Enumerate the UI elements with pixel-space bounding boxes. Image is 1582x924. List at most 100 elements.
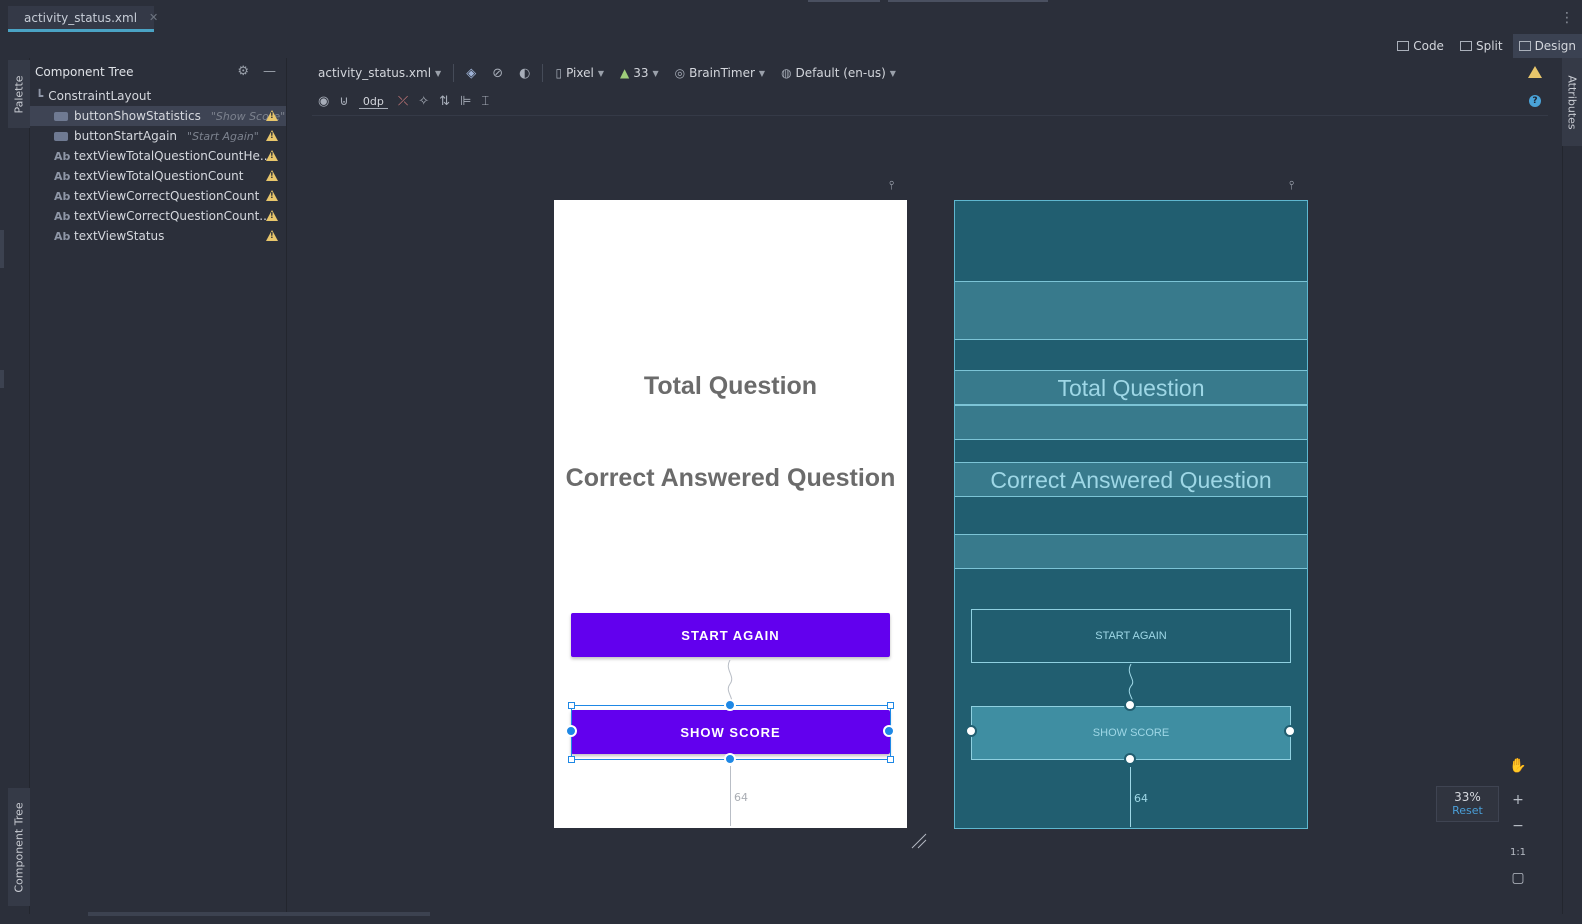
resize-handle[interactable] — [887, 756, 894, 763]
blueprint-view-bounds — [955, 534, 1307, 569]
pin-icon[interactable]: ⫯ — [889, 178, 894, 193]
default-margin-field[interactable]: 0dp — [358, 95, 388, 109]
blueprint-bottom-handle[interactable] — [1124, 753, 1136, 765]
start-again-button[interactable]: START AGAIN — [571, 613, 890, 657]
close-icon[interactable]: ✕ — [149, 11, 158, 24]
design-canvas[interactable] — [287, 116, 1548, 914]
textview-widget-icon: Ab — [54, 169, 71, 183]
pin-icon[interactable]: ⫯ — [1289, 178, 1294, 193]
pan-hand-icon[interactable]: ✋ — [1506, 754, 1530, 778]
split-view-label: Split — [1475, 39, 1503, 53]
infer-constraints-icon[interactable]: ✧ — [418, 94, 429, 109]
tab-filename: activity_status.xml — [24, 10, 138, 25]
canvas-resize-icon[interactable] — [910, 832, 928, 850]
tree-item[interactable]: Ab textViewCorrectQuestionCount... — [30, 206, 286, 226]
component-tree-tool-tab[interactable]: Component Tree — [8, 788, 30, 906]
eye-icon[interactable]: ◉ — [318, 94, 329, 109]
tree-item-constraint-layout[interactable]: ┗ ConstraintLayout — [30, 86, 286, 106]
rotate-icon: ⊘ — [492, 65, 504, 81]
pack-icon[interactable]: ⇅ — [439, 94, 450, 109]
more-options-icon[interactable]: ⋮ — [1560, 10, 1574, 26]
locale-dropdown[interactable]: ◍ Default (en-us) ▼ — [775, 66, 902, 80]
attributes-tab-label: Attributes — [1565, 74, 1579, 130]
blueprint-top-handle[interactable] — [1124, 699, 1136, 711]
button-widget-icon — [54, 111, 68, 121]
tree-item[interactable]: Ab textViewStatus — [30, 226, 286, 246]
tree-item[interactable]: buttonShowStatistics "Show Score" — [30, 106, 286, 126]
selection-outline — [571, 705, 891, 760]
blueprint-end-handle[interactable] — [1284, 725, 1296, 737]
warning-icon[interactable] — [266, 210, 278, 221]
tree-item-label: textViewCorrectQuestionCount — [74, 189, 260, 203]
warning-icon[interactable] — [266, 170, 278, 181]
blueprint-view-bounds — [955, 281, 1307, 340]
blueprint-preview-screen[interactable]: Total Question Correct Answered Question… — [954, 200, 1308, 829]
night-mode-button[interactable]: ◐ — [513, 66, 536, 81]
tree-item-label: textViewTotalQuestionCountHe... — [74, 149, 272, 163]
guidelines-icon[interactable]: ⌶ — [481, 94, 489, 109]
total-question-text[interactable]: Total Question — [554, 372, 907, 401]
component-tree-title: Component Tree — [35, 65, 134, 79]
palette-tool-tab[interactable]: Palette — [8, 60, 30, 128]
device-dropdown[interactable]: ▯ Pixel ▼ — [549, 66, 610, 80]
warning-icon[interactable] — [266, 130, 278, 141]
warning-icon[interactable] — [1528, 66, 1542, 78]
zoom-out-button[interactable]: − — [1506, 814, 1530, 838]
zoom-actual-size-button[interactable]: 1:1 — [1506, 840, 1530, 864]
resize-handle[interactable] — [568, 756, 575, 763]
attributes-tool-tab[interactable]: Attributes — [1562, 58, 1582, 146]
magnet-icon[interactable]: ⊍ — [339, 94, 349, 109]
bottom-margin-label: 64 — [734, 791, 748, 804]
tree-item-label: textViewTotalQuestionCount — [74, 169, 244, 183]
top-constraint-handle[interactable] — [724, 699, 736, 711]
design-preview-screen[interactable]: Total Question Correct Answered Question… — [554, 200, 907, 828]
minimize-icon[interactable]: — — [263, 64, 276, 79]
api-level-dropdown[interactable]: ▲ 33 ▼ — [614, 66, 665, 80]
view-mode-toolbar: Code Split Design — [1391, 34, 1582, 58]
button-widget-icon — [54, 131, 68, 141]
theme-dropdown[interactable]: ◎ BrainTimer ▼ — [669, 66, 771, 80]
locale-label: Default (en-us) — [795, 66, 886, 80]
top-pill — [808, 0, 880, 2]
editor-tab-bar: activity_status.xml ✕ ⋮ — [0, 0, 1582, 34]
zoom-fit-screen-icon[interactable]: ▢ — [1506, 866, 1530, 890]
bottom-constraint-handle[interactable] — [724, 753, 736, 765]
zoom-in-button[interactable]: + — [1506, 788, 1530, 812]
android-icon: ▲ — [619, 66, 630, 80]
tab-activity-status[interactable]: activity_status.xml ✕ — [8, 6, 158, 32]
warning-icon[interactable] — [266, 230, 278, 241]
design-view-button[interactable]: Design — [1512, 34, 1582, 58]
tree-item[interactable]: Ab textViewCorrectQuestionCount — [30, 186, 286, 206]
textview-widget-icon: Ab — [54, 229, 71, 243]
textview-widget-icon: Ab — [54, 149, 71, 163]
code-view-button[interactable]: Code — [1391, 34, 1450, 58]
help-icon[interactable]: ? — [1529, 95, 1541, 107]
correct-answered-text[interactable]: Correct Answered Question — [554, 464, 907, 493]
palette-tab-label: Palette — [12, 74, 26, 114]
orientation-button[interactable]: ⊘ — [486, 66, 509, 81]
align-icon[interactable]: ⊫ — [460, 94, 471, 109]
clear-constraints-icon[interactable]: ⤫ — [398, 94, 408, 109]
resize-handle[interactable] — [887, 702, 894, 709]
blueprint-start-handle[interactable] — [965, 725, 977, 737]
warning-icon[interactable] — [266, 190, 278, 201]
chevron-down-icon: ▼ — [435, 68, 442, 78]
tree-item-hint: "Start Again" — [187, 129, 259, 143]
start-constraint-handle[interactable] — [565, 725, 577, 737]
tree-item[interactable]: Ab textViewTotalQuestionCount — [30, 166, 286, 186]
design-surface-button[interactable]: ◈ — [460, 66, 482, 81]
warning-icon[interactable] — [266, 110, 278, 121]
warning-icon[interactable] — [266, 150, 278, 161]
resize-handle[interactable] — [568, 702, 575, 709]
tree-item-label: ConstraintLayout — [48, 89, 152, 103]
tree-item[interactable]: Ab textViewTotalQuestionCountHe... — [30, 146, 286, 166]
tree-item[interactable]: buttonStartAgain "Start Again" — [30, 126, 286, 146]
textview-widget-icon: Ab — [54, 209, 71, 223]
gear-icon[interactable]: ⚙ — [237, 64, 249, 79]
horizontal-scrollbar[interactable] — [88, 912, 430, 916]
layout-file-dropdown[interactable]: activity_status.xml ▼ — [312, 66, 447, 80]
end-constraint-handle[interactable] — [883, 725, 895, 737]
component-tree-header: Component Tree ⚙ — — [30, 58, 286, 86]
split-view-button[interactable]: Split — [1454, 34, 1509, 58]
zoom-reset-link[interactable]: Reset — [1437, 804, 1498, 817]
